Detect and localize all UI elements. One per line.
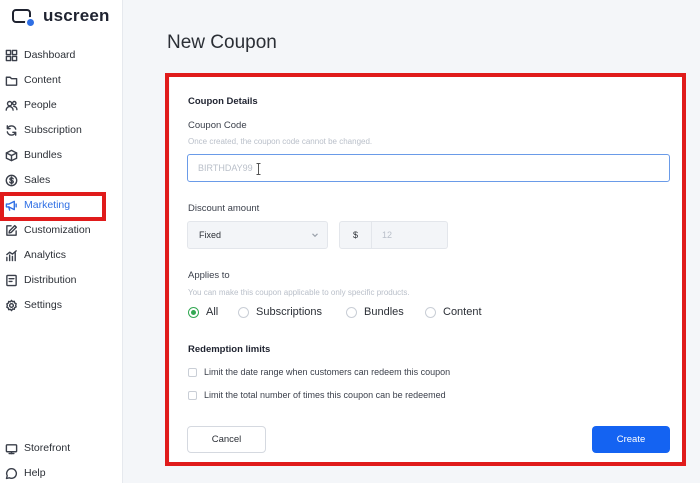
uscreen-logo-icon	[11, 6, 37, 28]
logo[interactable]: uscreen	[11, 6, 110, 28]
coupon-code-label: Coupon Code	[188, 120, 247, 131]
cancel-button[interactable]: Cancel	[187, 426, 266, 453]
discount-type-select[interactable]: Fixed	[187, 221, 328, 249]
checkbox-icon	[188, 390, 197, 400]
chart-icon	[5, 249, 18, 262]
text-cursor-icon	[256, 163, 261, 175]
radio-subscriptions[interactable]: Subscriptions	[238, 306, 322, 318]
sidebar-item-distribution[interactable]: Distribution	[5, 269, 115, 291]
sidebar-item-sales[interactable]: Sales	[5, 169, 115, 191]
radio-all[interactable]: All	[188, 306, 218, 318]
radio-label: Subscriptions	[256, 306, 323, 318]
sidebar-item-customization[interactable]: Customization	[5, 219, 115, 241]
section-title: Coupon Details	[188, 96, 258, 107]
sidebar-item-storefront[interactable]: Storefront	[5, 437, 115, 459]
sidebar: uscreen Dashboard Content People Subscri…	[0, 0, 123, 483]
sidebar-item-label: Subscription	[24, 124, 82, 136]
sidebar-item-label: Sales	[24, 174, 51, 186]
sidebar-item-label: Content	[24, 74, 61, 86]
box-icon	[5, 149, 18, 162]
dashboard-icon	[5, 49, 18, 62]
limit-date-range-checkbox[interactable]: Limit the date range when customers can …	[188, 367, 450, 377]
folder-icon	[5, 74, 18, 87]
sidebar-item-label: Settings	[24, 299, 62, 311]
sidebar-item-people[interactable]: People	[5, 94, 115, 116]
sidebar-item-settings[interactable]: Settings	[5, 294, 115, 316]
radio-icon	[425, 306, 436, 318]
sidebar-item-label: Help	[24, 467, 46, 479]
coupon-code-placeholder: BIRTHDAY99	[198, 163, 253, 173]
limit-redemptions-checkbox[interactable]: Limit the total number of times this cou…	[188, 390, 446, 400]
discount-amount-label: Discount amount	[188, 203, 260, 214]
form-highlight-box	[165, 73, 686, 466]
marketing-highlight-box	[0, 192, 106, 221]
sidebar-item-content[interactable]: Content	[5, 69, 115, 91]
sidebar-item-label: Dashboard	[24, 49, 76, 61]
page-title: New Coupon	[167, 32, 277, 53]
checkbox-label: Limit the date range when customers can …	[204, 367, 451, 377]
sidebar-item-label: Customization	[24, 224, 91, 236]
radio-content[interactable]: Content	[425, 306, 482, 318]
sidebar-item-dashboard[interactable]: Dashboard	[5, 44, 115, 66]
logo-text: uscreen	[43, 6, 110, 25]
refresh-icon	[5, 124, 18, 137]
storefront-icon	[5, 442, 18, 455]
currency-prefix: $	[339, 221, 372, 249]
applies-to-label: Applies to	[188, 270, 230, 281]
gear-icon	[5, 299, 18, 312]
radio-label: Bundles	[364, 306, 404, 318]
sidebar-item-label: Analytics	[24, 249, 67, 261]
sidebar-item-bundles[interactable]: Bundles	[5, 144, 115, 166]
amount-placeholder: 12	[382, 230, 393, 240]
sidebar-item-subscription[interactable]: Subscription	[5, 119, 115, 141]
sidebar-item-analytics[interactable]: Analytics	[5, 244, 115, 266]
sidebar-item-label: Storefront	[24, 442, 71, 454]
help-icon	[5, 467, 18, 480]
sidebar-item-label: Bundles	[24, 149, 62, 161]
sidebar-item-label: People	[24, 99, 57, 111]
radio-bundles[interactable]: Bundles	[346, 306, 404, 318]
edit-icon	[5, 224, 18, 237]
redemption-limits-title: Redemption limits	[188, 344, 271, 355]
coupon-code-hint: Once created, the coupon code cannot be …	[188, 137, 373, 146]
radio-icon	[346, 306, 357, 318]
applies-to-hint: You can make this coupon applicable to o…	[188, 288, 410, 297]
dollar-icon	[5, 174, 18, 187]
radio-label: All	[206, 306, 219, 318]
radio-selected-icon	[188, 306, 199, 318]
checkbox-icon	[188, 367, 197, 377]
create-button[interactable]: Create	[592, 426, 670, 453]
radio-icon	[238, 306, 249, 318]
chevron-down-icon	[312, 233, 318, 238]
radio-label: Content	[443, 306, 482, 318]
checkbox-label: Limit the total number of times this cou…	[204, 390, 446, 400]
discount-type-value: Fixed	[199, 230, 222, 240]
distribution-icon	[5, 274, 18, 287]
amount-input[interactable]: 12	[372, 221, 448, 249]
people-icon	[5, 99, 18, 112]
sidebar-item-help[interactable]: Help	[5, 462, 115, 483]
sidebar-item-label: Distribution	[24, 274, 77, 286]
